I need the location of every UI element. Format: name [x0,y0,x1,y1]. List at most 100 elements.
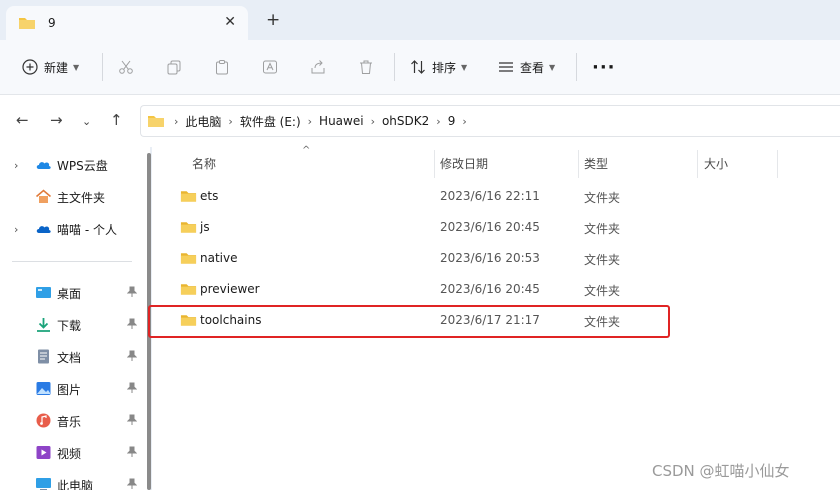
download-icon [37,318,50,332]
pin-icon[interactable] [127,318,137,330]
sort-button[interactable]: 排序 ▼ [410,54,467,80]
table-row[interactable]: js 2023/6/16 20:45 文件夹 [152,212,832,243]
sidebar-item-pictures[interactable]: 图片 [0,377,150,401]
column-header-type[interactable]: 类型 [584,155,608,172]
breadcrumb-huawei[interactable]: Huawei [319,114,364,128]
column-divider[interactable] [434,150,435,178]
new-label: 新建 [44,60,69,75]
column-divider[interactable] [777,150,778,178]
tab-9[interactable]: 9 ✕ [6,6,248,40]
sidebar-item-wps-cloud[interactable]: › WPS云盘 [0,153,150,177]
copy-button[interactable] [166,54,182,80]
close-icon[interactable]: ✕ [224,14,236,30]
table-row[interactable]: previewer 2023/6/16 20:45 文件夹 [152,274,832,305]
breadcrumb-this-pc[interactable]: 此电脑 [185,113,221,130]
file-date: 2023/6/16 22:11 [440,189,540,203]
file-name: js [200,220,210,234]
chevron-right-icon: › [228,114,233,128]
pin-icon[interactable] [127,382,137,394]
file-type: 文件夹 [584,284,621,298]
pin-icon[interactable] [127,478,137,490]
address-row: ← → ⌄ ↑ › 此电脑 › 软件盘 (E:) › Huawei › ohSD… [0,95,840,147]
more-options-icon[interactable]: ··· [592,54,616,80]
pin-icon[interactable] [127,446,137,458]
breadcrumb-9[interactable]: 9 [448,114,456,128]
column-header-size[interactable]: 大小 [704,155,728,172]
expand-chevron-icon[interactable]: › [14,159,18,172]
file-date: 2023/6/16 20:45 [440,220,540,234]
sidebar-item-music[interactable]: 音乐 [0,409,150,433]
new-button[interactable]: 新建 ▼ [22,54,79,80]
toolbar-divider [394,53,395,81]
onedrive-cloud-icon [36,226,51,233]
view-button[interactable]: 查看 ▼ [498,54,555,80]
column-divider[interactable] [697,150,698,178]
watermark: CSDN @虹喵小仙女 [652,462,790,480]
back-arrow-icon[interactable]: ← [16,112,29,128]
breadcrumb-ohsdk2[interactable]: ohSDK2 [382,114,429,128]
new-tab-icon[interactable]: + [266,12,280,29]
file-type: 文件夹 [584,253,621,267]
sort-label: 排序 [432,60,457,75]
pin-icon[interactable] [127,414,137,426]
view-label: 查看 [520,60,545,75]
document-icon [38,349,49,364]
pin-icon[interactable] [127,286,137,298]
forward-arrow-icon[interactable]: → [50,112,63,128]
folder-icon [180,222,197,233]
recent-chevron-icon[interactable]: ⌄ [82,114,91,130]
breadcrumb-drive-e[interactable]: 软件盘 (E:) [240,113,301,130]
chevron-down-icon: ▼ [73,62,80,72]
up-arrow-icon[interactable]: ↑ [110,112,123,128]
chevron-right-icon: › [370,114,375,128]
tab-strip: 9 ✕ + [0,0,840,40]
sidebar-item-label: 文档 [57,350,82,365]
expand-chevron-icon[interactable]: › [14,223,18,236]
sidebar-item-label: 喵喵 - 个人 [57,222,117,237]
chevron-right-icon: › [307,114,313,128]
toolbar-divider [576,53,577,81]
sidebar-item-personal-cloud[interactable]: › 喵喵 - 个人 [0,217,150,241]
pin-icon[interactable] [127,350,137,362]
chevron-down-icon: ▼ [549,62,556,72]
column-header-name[interactable]: 名称 [192,155,216,172]
delete-button[interactable] [358,54,374,80]
view-list-icon [499,62,513,72]
sidebar-item-label: WPS云盘 [57,158,108,173]
sidebar-item-home[interactable]: 主文件夹 [0,185,150,209]
sidebar-item-label: 此电脑 [57,478,94,490]
sidebar-item-downloads[interactable]: 下载 [0,313,150,337]
share-button[interactable] [310,54,326,80]
column-header-date[interactable]: 修改日期 [440,155,488,172]
sidebar-item-label: 图片 [57,382,82,397]
file-date: 2023/6/16 20:53 [440,251,540,265]
folder-icon [19,18,35,29]
file-name: native [200,251,238,265]
sidebar-item-this-pc[interactable]: 此电脑 [0,473,150,490]
paste-button[interactable] [214,54,230,80]
rename-button[interactable] [262,54,278,80]
sidebar-item-label: 下载 [57,318,82,333]
video-icon [36,446,51,459]
rename-icon [263,60,277,74]
chevron-down-icon: ▼ [461,62,468,72]
command-bar: 新建 ▼ 排序 ▼ 查看 ▼ ··· [0,40,840,95]
plus-circle-icon [22,59,38,75]
sidebar-item-desktop[interactable]: 桌面 [0,281,150,305]
share-icon [311,60,325,74]
cut-button[interactable] [118,54,134,80]
sidebar-divider [12,261,132,262]
sidebar-item-videos[interactable]: 视频 [0,441,150,465]
sidebar-item-label: 桌面 [57,286,82,301]
file-name: previewer [200,282,260,296]
table-row[interactable]: ets 2023/6/16 22:11 文件夹 [152,181,832,212]
address-bar[interactable]: › 此电脑 › 软件盘 (E:) › Huawei › ohSDK2 › 9 › [140,105,840,137]
file-type: 文件夹 [584,191,621,205]
folder-icon [180,191,197,202]
column-divider[interactable] [578,150,579,178]
computer-icon [36,478,51,490]
sidebar-item-documents[interactable]: 文档 [0,345,150,369]
table-row[interactable]: native 2023/6/16 20:53 文件夹 [152,243,832,274]
desktop-icon [36,287,51,298]
tab-title: 9 [48,16,56,30]
